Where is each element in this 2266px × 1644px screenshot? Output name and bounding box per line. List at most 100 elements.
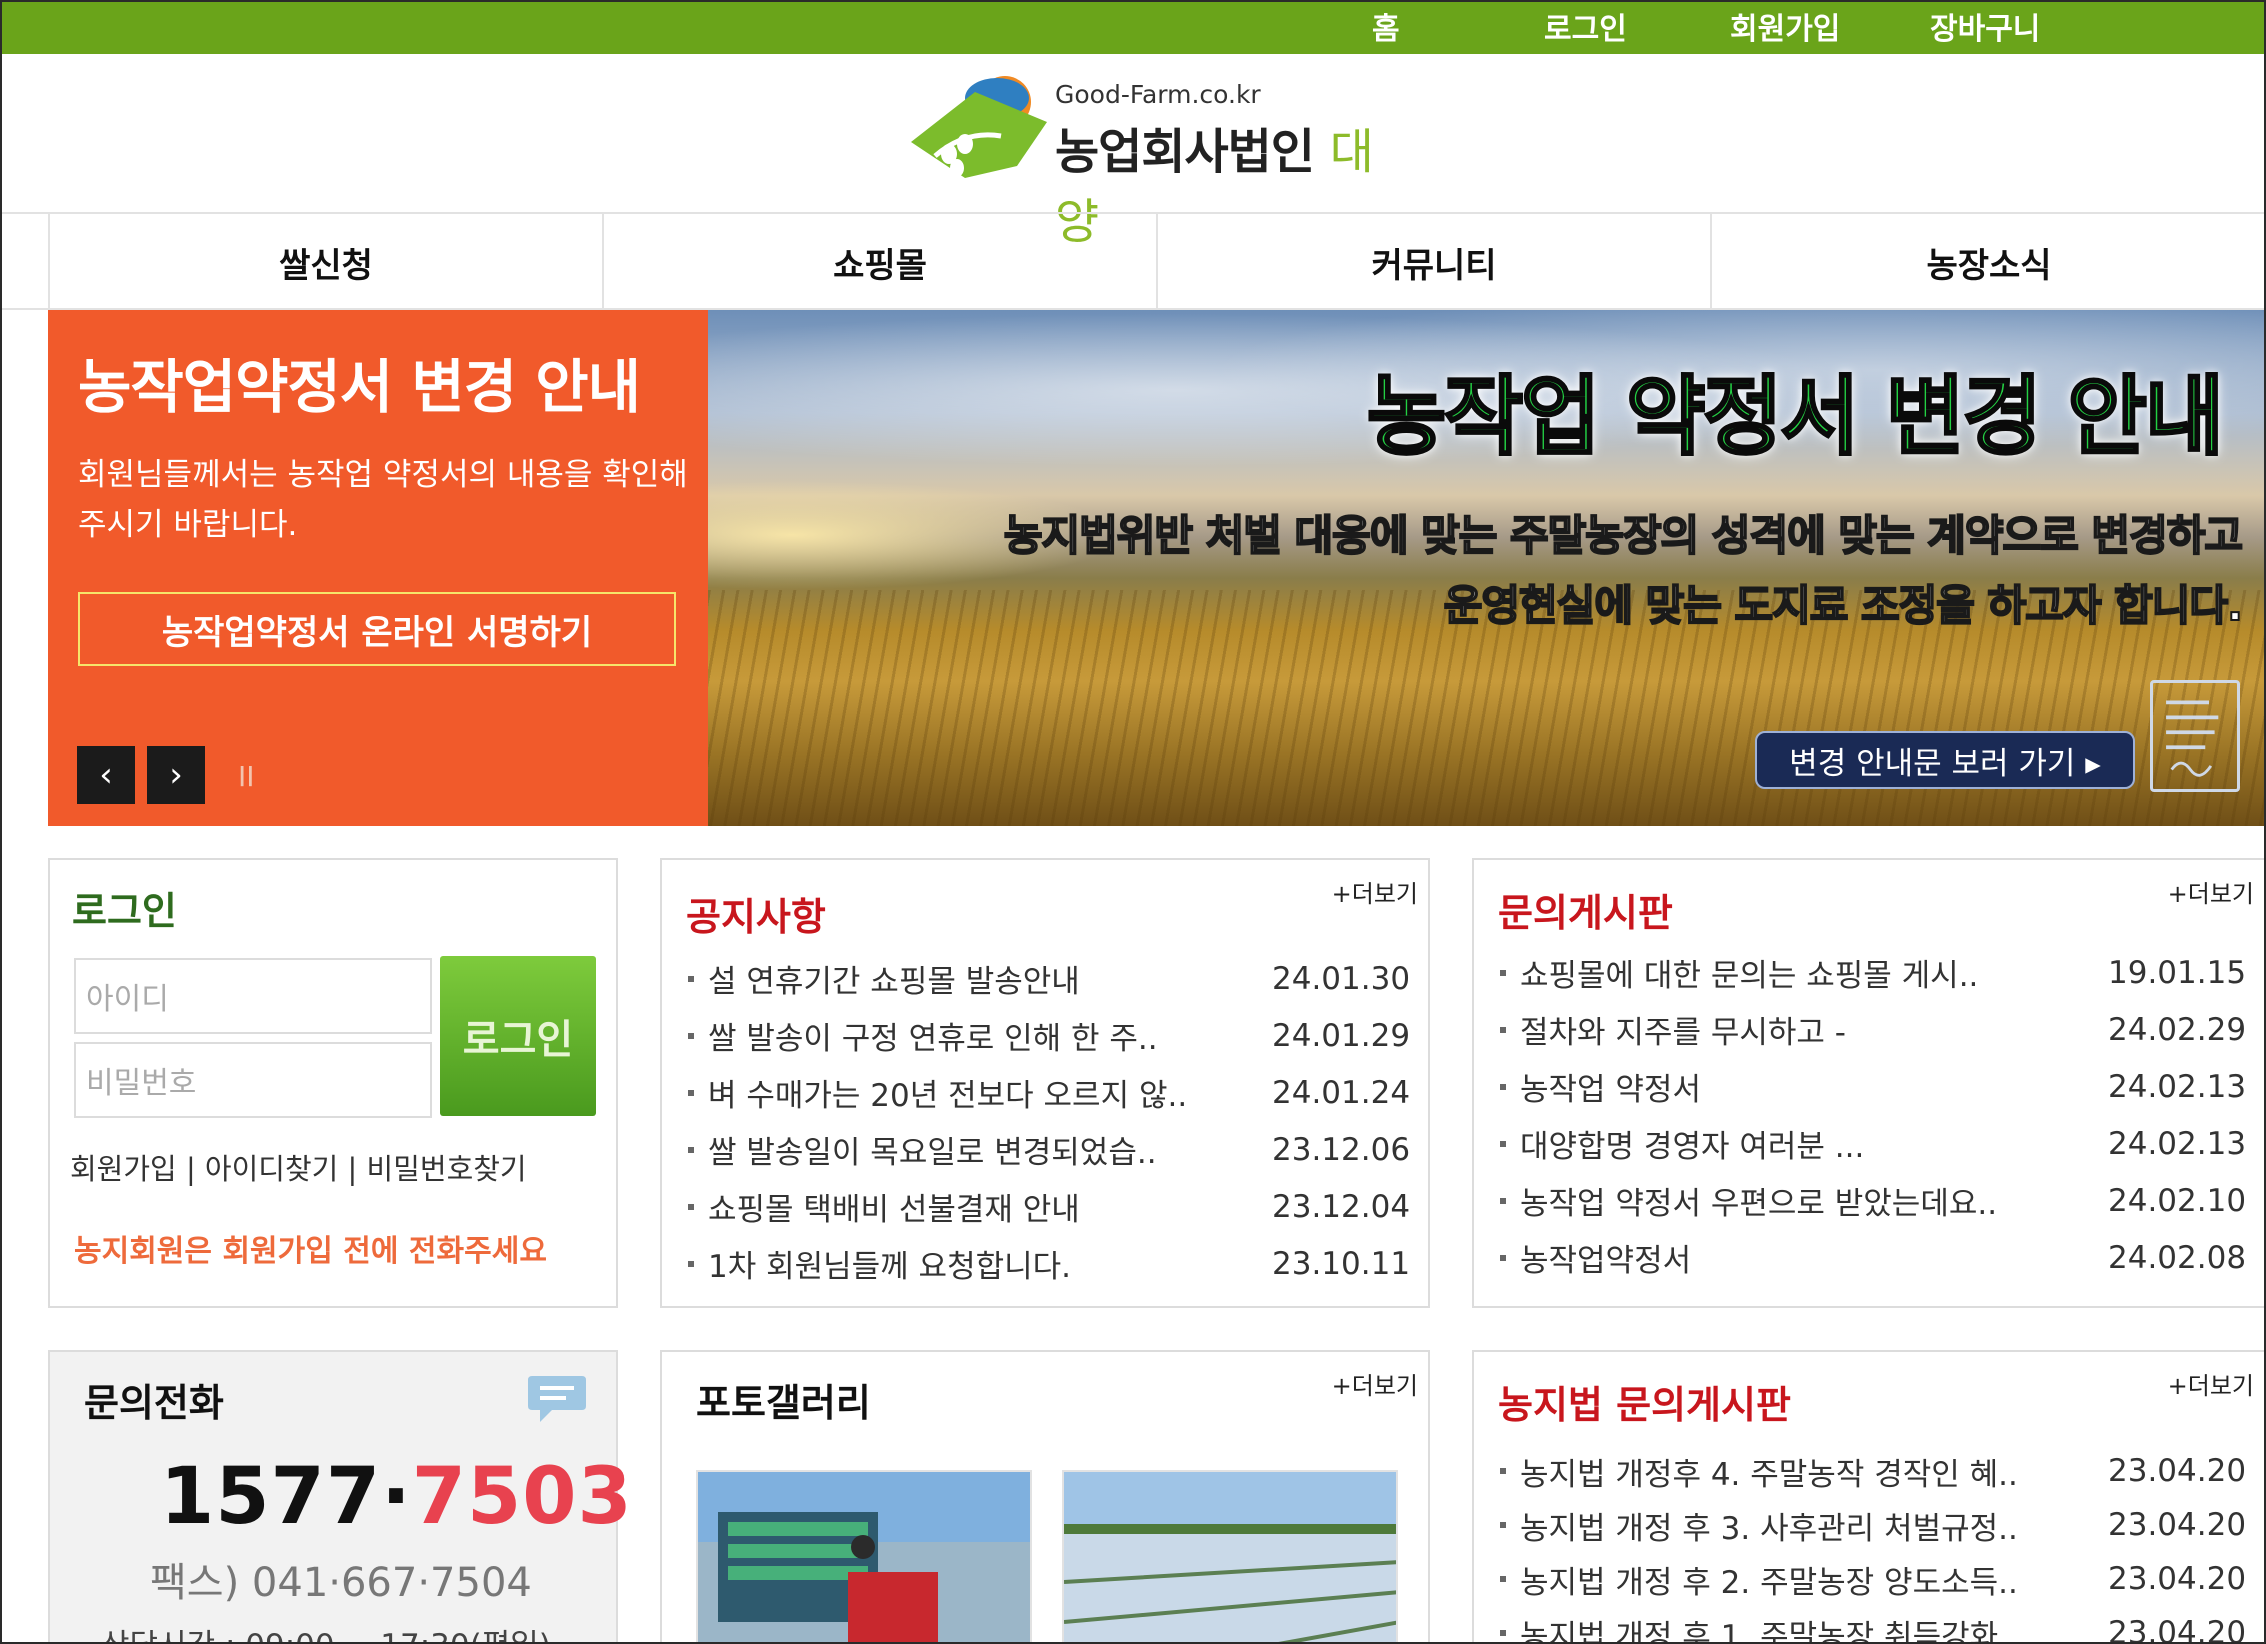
slide-next-button[interactable]: › bbox=[147, 746, 205, 804]
list-item[interactable]: 1차 회원님들께 요청합니다. 23.10.11 bbox=[688, 1235, 1411, 1292]
farmland-law-more-link[interactable]: +더보기 bbox=[2168, 1366, 2254, 1401]
item-title: 쌀 발송일이 목요일로 변경되었습.. bbox=[708, 1135, 1157, 1171]
item-title: 농작업약정서 bbox=[1520, 1243, 1692, 1279]
gallery-photo[interactable] bbox=[1062, 1470, 1398, 1644]
phone-number-prefix: 1577· bbox=[160, 1452, 412, 1542]
hero-title: 농작업약정서 변경 안내 bbox=[78, 353, 641, 421]
hero-banner-image[interactable]: 농작업 약정서 변경 안내 농지법위반 처벌 대응에 맞는 주말농장의 성격에 … bbox=[708, 310, 2266, 826]
login-submit-button[interactable]: 로그인 bbox=[440, 956, 596, 1116]
consult-hours: - 상담시간 : 09:00 ~ 17:30(평일) bbox=[80, 1620, 551, 1644]
inquiry-more-link[interactable]: +더보기 bbox=[2168, 874, 2254, 909]
item-title: 농지법 개정후 4. 주말농작 경작인 혜.. bbox=[1520, 1456, 2018, 1493]
login-id-input[interactable]: 아이디 bbox=[74, 958, 432, 1034]
flooded-field-photo bbox=[1064, 1472, 1396, 1644]
bullet-icon bbox=[688, 1032, 694, 1039]
password-placeholder: 비밀번호 bbox=[86, 1066, 197, 1101]
slide-prev-button[interactable]: ‹ bbox=[77, 746, 135, 804]
item-title: 대양합명 경영자 여러분 ... bbox=[1520, 1129, 1865, 1165]
list-item[interactable]: 쇼핑몰에 대한 문의는 쇼핑몰 게시.. 19.01.15 bbox=[1500, 944, 2247, 1001]
list-item[interactable]: 농지법 개정후 4. 주말농작 경작인 혜.. 23.04.20 bbox=[1500, 1444, 2246, 1498]
item-date: 24.01.30 bbox=[1272, 960, 1411, 997]
bullet-icon bbox=[1500, 969, 1506, 976]
bullet-icon bbox=[688, 975, 694, 982]
rice-planter-photo bbox=[698, 1472, 1030, 1644]
nav-rice-order[interactable]: 쌀신청 bbox=[48, 214, 602, 310]
view-change-notice-button[interactable]: 변경 안내문 보러 가기 ▸ bbox=[1755, 731, 2135, 789]
list-item[interactable]: 설 연휴기간 쇼핑몰 발송안내 24.01.30 bbox=[688, 950, 1411, 1007]
login-link[interactable]: 로그인 bbox=[1544, 4, 1627, 48]
item-date: 19.01.15 bbox=[2108, 954, 2247, 991]
bullet-icon bbox=[1500, 1083, 1506, 1090]
bullet-icon bbox=[1500, 1576, 1506, 1582]
account-links[interactable]: 회원가입 | 아이디찾기 | 비밀번호찾기 bbox=[70, 1146, 527, 1188]
login-password-input[interactable]: 비밀번호 bbox=[74, 1042, 432, 1118]
chat-bubble-icon bbox=[528, 1376, 586, 1422]
contact-phone-box: 문의전화 1577·7503 팩스) 041·667·7504 - 상담시간 :… bbox=[48, 1350, 632, 1644]
list-item[interactable]: 농작업 약정서 우편으로 받았는데요.. 24.02.10 bbox=[1500, 1172, 2247, 1229]
site-logo[interactable]: Good-Farm.co.kr 농업회사법인 대양 bbox=[905, 70, 1405, 250]
list-item[interactable]: 쌀 발송이 구정 연휴로 인해 한 주.. 24.01.29 bbox=[688, 1007, 1410, 1064]
banner-subtitle-line1: 농지법위반 처벌 대응에 맞는 주말농장의 성격에 맞는 계약으로 변경하고 bbox=[1003, 510, 2244, 561]
bullet-icon bbox=[1500, 1630, 1506, 1636]
item-date: 23.12.04 bbox=[1272, 1188, 1411, 1225]
item-title: 농작업 약정서 bbox=[1520, 1072, 1701, 1108]
list-item[interactable]: 농지법 개정 후 1. 주말농장 취득강화.. 23.04.20 bbox=[1500, 1606, 2246, 1644]
signup-link[interactable]: 회원가입 bbox=[1730, 4, 1840, 48]
notice-title: 공지사항 bbox=[686, 895, 826, 939]
phone-title: 문의전화 bbox=[84, 1381, 224, 1425]
notice-list: 설 연휴기간 쇼핑몰 발송안내 24.01.30 쌀 발송이 구정 연휴로 인해 … bbox=[688, 950, 1411, 1292]
hero-description: 회원님들께서는 농작업 약정서의 내용을 확인해주시기 바랍니다. bbox=[78, 457, 688, 543]
nav-community[interactable]: 커뮤니티 bbox=[1156, 214, 1710, 310]
bullet-icon bbox=[688, 1089, 694, 1096]
nav-farm-news[interactable]: 농장소식 bbox=[1710, 214, 2266, 310]
inquiry-title: 문의게시판 bbox=[1498, 891, 1673, 935]
list-item[interactable]: 농지법 개정 후 3. 사후관리 처벌규정.. 23.04.20 bbox=[1500, 1498, 2247, 1552]
pause-icon: II bbox=[238, 760, 255, 793]
list-item[interactable]: 농지법 개정 후 2. 주말농장 양도소득.. 23.04.20 bbox=[1500, 1552, 2247, 1606]
nav-shopping-mall[interactable]: 쇼핑몰 bbox=[602, 214, 1156, 310]
item-date: 23.04.20 bbox=[2108, 1507, 2247, 1543]
phone-number-suffix: 7503 bbox=[411, 1452, 633, 1542]
item-title: 절차와 지주를 무시하고 - bbox=[1520, 1015, 1846, 1051]
list-item[interactable]: 벼 수매가는 20년 전보다 오르지 않.. 24.01.24 bbox=[688, 1064, 1410, 1121]
banner-subtitle-line2: 운영현실에 맞는 도지료 조정을 하고자 합니다. bbox=[1443, 580, 2244, 631]
item-title: 농지법 개정 후 3. 사후관리 처벌규정.. bbox=[1520, 1510, 2018, 1547]
login-title: 로그인 bbox=[72, 889, 177, 933]
bullet-icon bbox=[688, 1260, 694, 1267]
list-item[interactable]: 농작업 약정서 24.02.13 bbox=[1500, 1058, 2246, 1115]
login-box: 로그인 아이디 비밀번호 로그인 회원가입 | 아이디찾기 | 비밀번호찾기 농… bbox=[48, 858, 618, 1308]
notice-board: 공지사항 +더보기 설 연휴기간 쇼핑몰 발송안내 24.01.30 쌀 발송이 … bbox=[660, 858, 1430, 1308]
list-item[interactable]: 농작업약정서 24.02.08 bbox=[1500, 1229, 2247, 1286]
gallery-photo[interactable] bbox=[696, 1470, 1032, 1644]
farmland-law-list: 농지법 개정후 4. 주말농작 경작인 혜.. 23.04.20 농지법 개정 후… bbox=[1500, 1444, 2247, 1644]
item-date: 24.02.08 bbox=[2108, 1239, 2247, 1276]
bullet-icon bbox=[688, 1146, 694, 1153]
item-date: 24.02.10 bbox=[2108, 1182, 2247, 1219]
item-date: 23.12.06 bbox=[1272, 1131, 1411, 1168]
item-date: 23.10.11 bbox=[1272, 1245, 1411, 1282]
gallery-title: 포토갤러리 bbox=[696, 1381, 871, 1425]
item-title: 설 연휴기간 쇼핑몰 발송안내 bbox=[708, 964, 1080, 1000]
list-item[interactable]: 쇼핑몰 택배비 선불결재 안내 23.12.04 bbox=[688, 1178, 1411, 1235]
item-title: 쌀 발송이 구정 연휴로 인해 한 주.. bbox=[708, 1021, 1158, 1057]
list-item[interactable]: 대양합명 경영자 여러분 ... 24.02.13 bbox=[1500, 1115, 2246, 1172]
online-sign-button[interactable]: 농작업약정서 온라인 서명하기 bbox=[78, 592, 676, 666]
farmland-law-board: 농지법 문의게시판 +더보기 농지법 개정후 4. 주말농작 경작인 혜.. 23… bbox=[1472, 1350, 2266, 1644]
slide-pause-button[interactable]: II bbox=[238, 760, 255, 793]
item-title: 농지법 개정 후 2. 주말농장 양도소득.. bbox=[1520, 1564, 2018, 1601]
list-item[interactable]: 절차와 지주를 무시하고 - 24.02.29 bbox=[1500, 1001, 2246, 1058]
fax-number: 팩스) 041·667·7504 bbox=[150, 1560, 532, 1606]
cart-link[interactable]: 장바구니 bbox=[1930, 4, 2040, 48]
bullet-icon bbox=[1500, 1197, 1506, 1204]
farm-member-notice: 농지회원은 회원가입 전에 전화주세요 bbox=[74, 1234, 547, 1269]
list-item[interactable]: 쌀 발송일이 목요일로 변경되었습.. 23.12.06 bbox=[688, 1121, 1411, 1178]
gallery-more-link[interactable]: +더보기 bbox=[1332, 1366, 1418, 1401]
home-link[interactable]: 홈 bbox=[1372, 4, 1400, 48]
farm-logo-icon bbox=[911, 76, 1047, 178]
item-date: 23.04.20 bbox=[2108, 1561, 2247, 1597]
phone-number[interactable]: 1577·7503 bbox=[160, 1452, 633, 1542]
notice-more-link[interactable]: +더보기 bbox=[1332, 874, 1418, 909]
chevron-right-icon: › bbox=[169, 755, 183, 795]
inquiry-board: 문의게시판 +더보기 쇼핑몰에 대한 문의는 쇼핑몰 게시.. 19.01.15 … bbox=[1472, 858, 2266, 1308]
inquiry-list: 쇼핑몰에 대한 문의는 쇼핑몰 게시.. 19.01.15 절차와 지주를 무시하… bbox=[1500, 944, 2247, 1286]
